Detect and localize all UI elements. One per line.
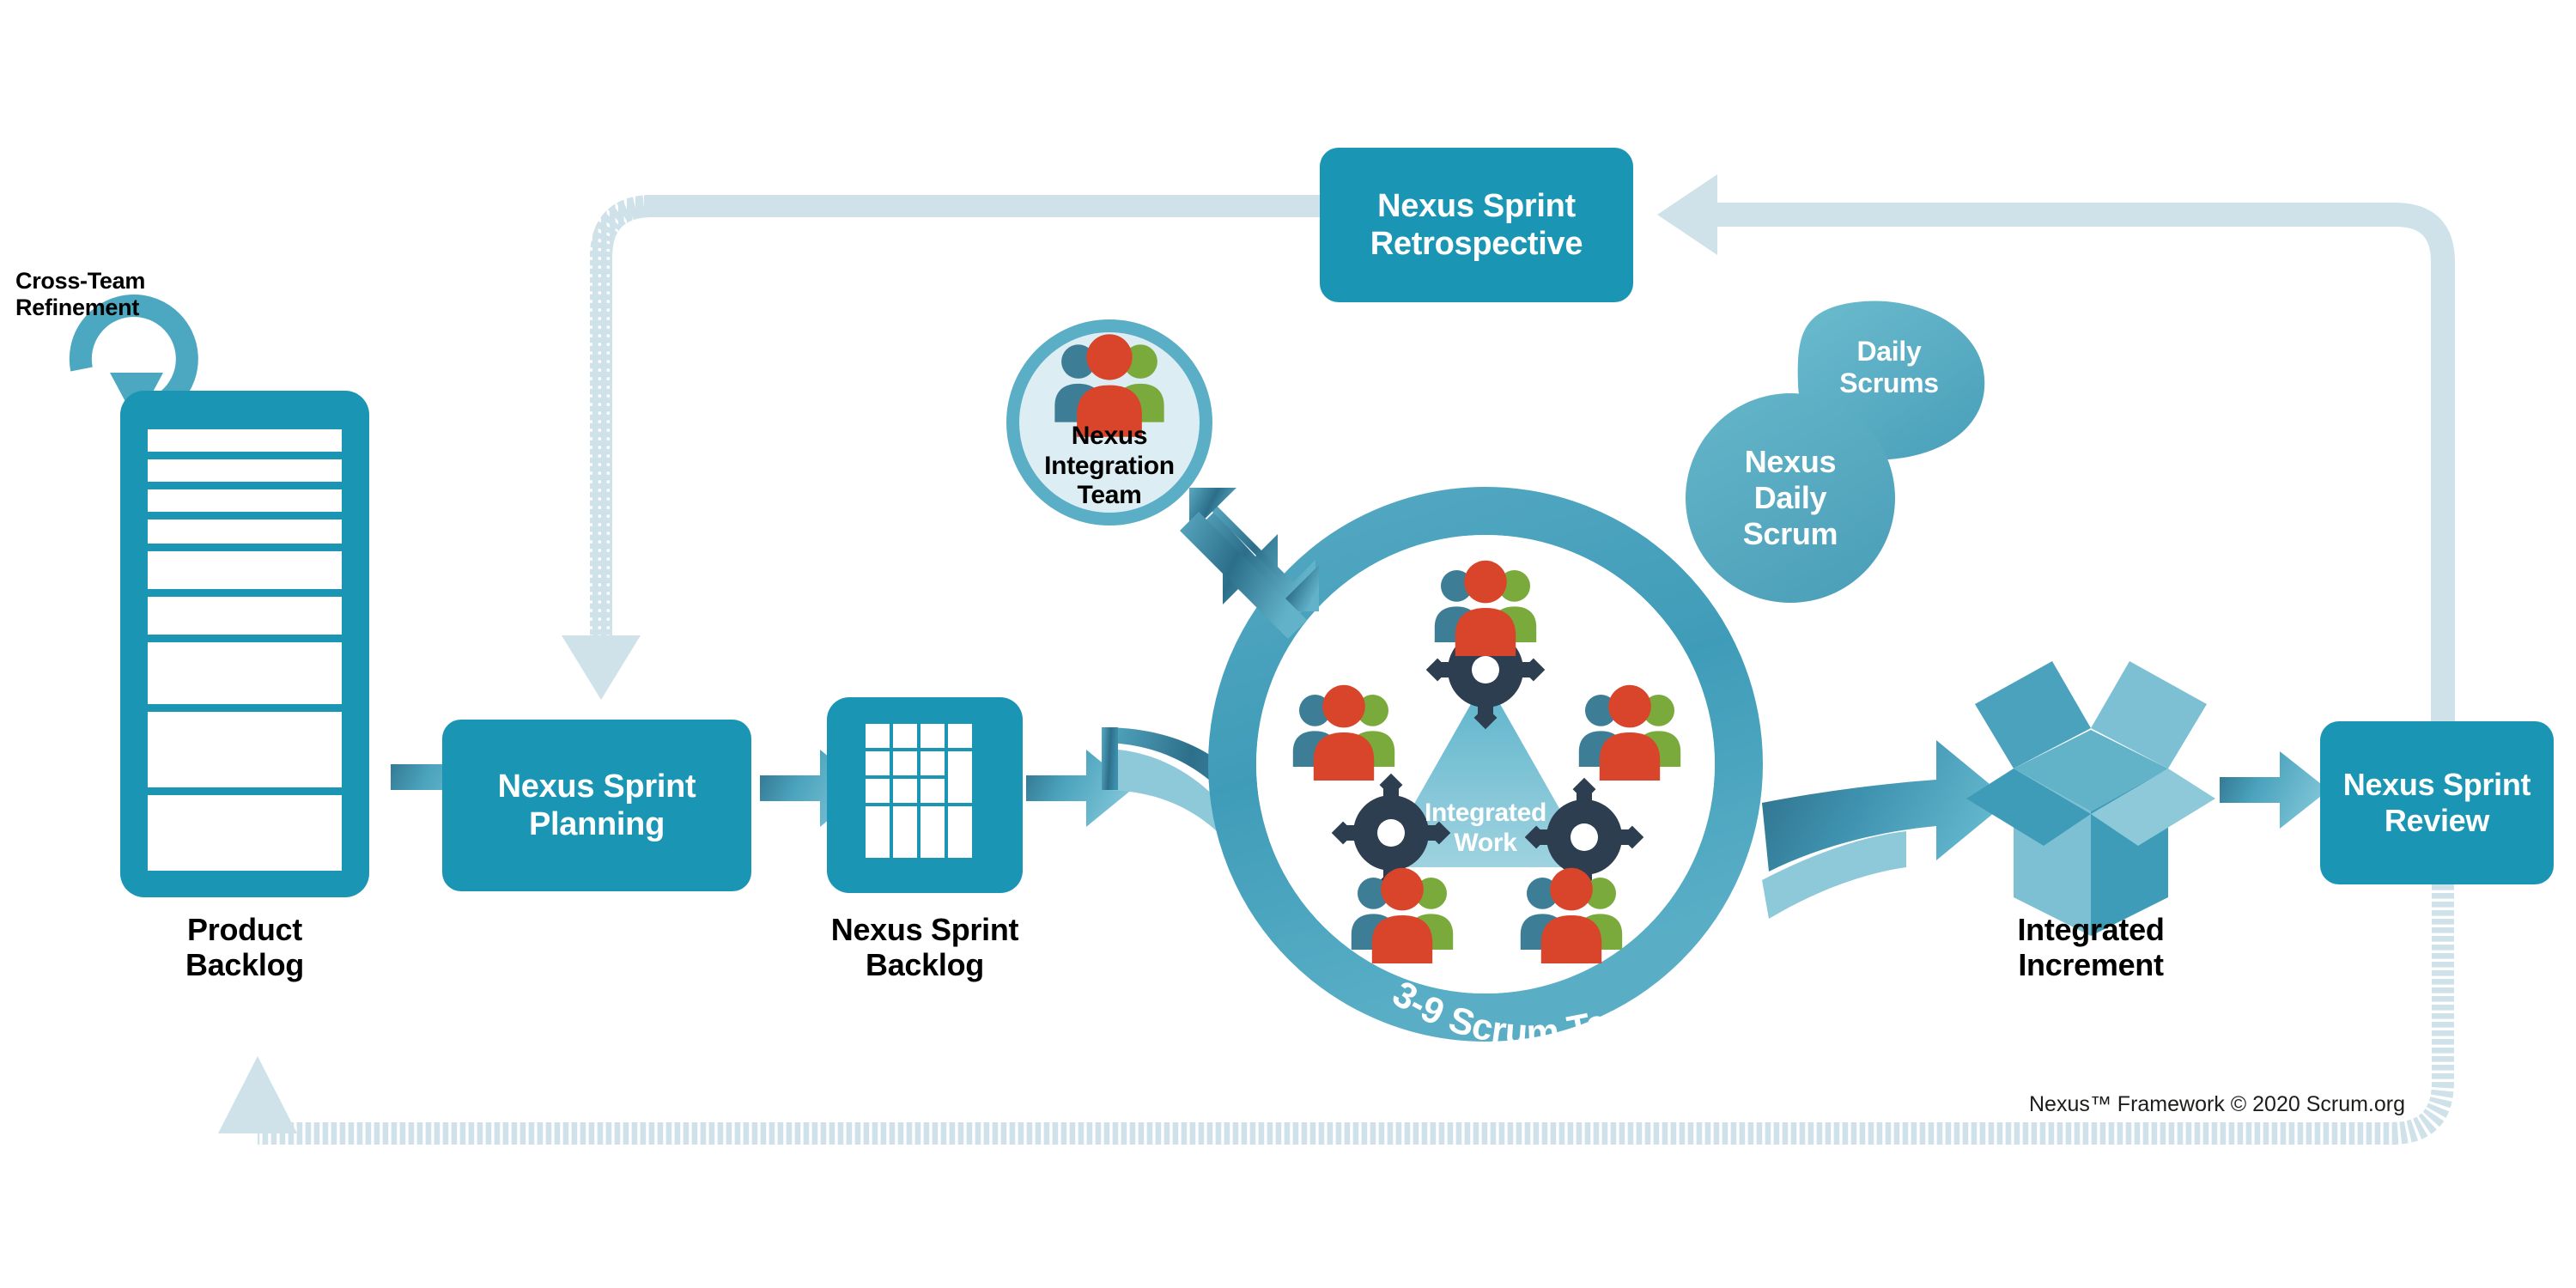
arrowhead-down bbox=[562, 635, 641, 700]
daily-scrums-label: Daily Scrums bbox=[1839, 335, 1939, 398]
cross-team-refinement-label: Cross-Team Refinement bbox=[15, 268, 146, 320]
team-group-icon-bottom-left bbox=[1351, 867, 1454, 963]
nexus-sprint-retrospective-label: Nexus Sprint Retrospective bbox=[1370, 187, 1583, 262]
ribbon-out-of-scrum-circle bbox=[1762, 740, 2009, 919]
team-group-icon-top bbox=[1434, 560, 1537, 656]
team-group-icon-bottom-right bbox=[1520, 867, 1623, 963]
product-backlog-label: Product Backlog bbox=[185, 912, 304, 983]
integrated-work-label: Integrated Work bbox=[1424, 799, 1547, 857]
nexus-sprint-backlog-label: Nexus Sprint Backlog bbox=[830, 912, 1019, 983]
integrated-increment-box-icon bbox=[1966, 661, 2215, 936]
nexus-sprint-review-label: Nexus Sprint Review bbox=[2342, 767, 2531, 838]
arrowhead-up bbox=[218, 1056, 297, 1133]
copyright-notice: Nexus™ Framework © 2020 Scrum.org bbox=[2029, 1092, 2406, 1116]
integrated-increment-label: Integrated Increment bbox=[2017, 912, 2165, 983]
arrowhead-left bbox=[1657, 174, 1717, 255]
product-backlog-icon bbox=[120, 391, 369, 897]
team-group-icon-right bbox=[1578, 684, 1681, 781]
nexus-integration-team-label: Nexus Integration Team bbox=[1044, 421, 1175, 510]
arrow-increment-to-review bbox=[2220, 751, 2329, 829]
nexus-sprint-planning-label: Nexus Sprint Planning bbox=[497, 768, 696, 842]
flow-retrospective-to-planning bbox=[562, 195, 1322, 700]
nexus-sprint-backlog-icon bbox=[827, 697, 1023, 893]
nexus-daily-scrum-label: Nexus Daily Scrum bbox=[1742, 444, 1838, 551]
team-group-icon-left bbox=[1292, 684, 1395, 781]
nexus-framework-diagram: 3-9 Scrum Teams Cross-Team Refinement Pr… bbox=[0, 0, 2576, 1288]
